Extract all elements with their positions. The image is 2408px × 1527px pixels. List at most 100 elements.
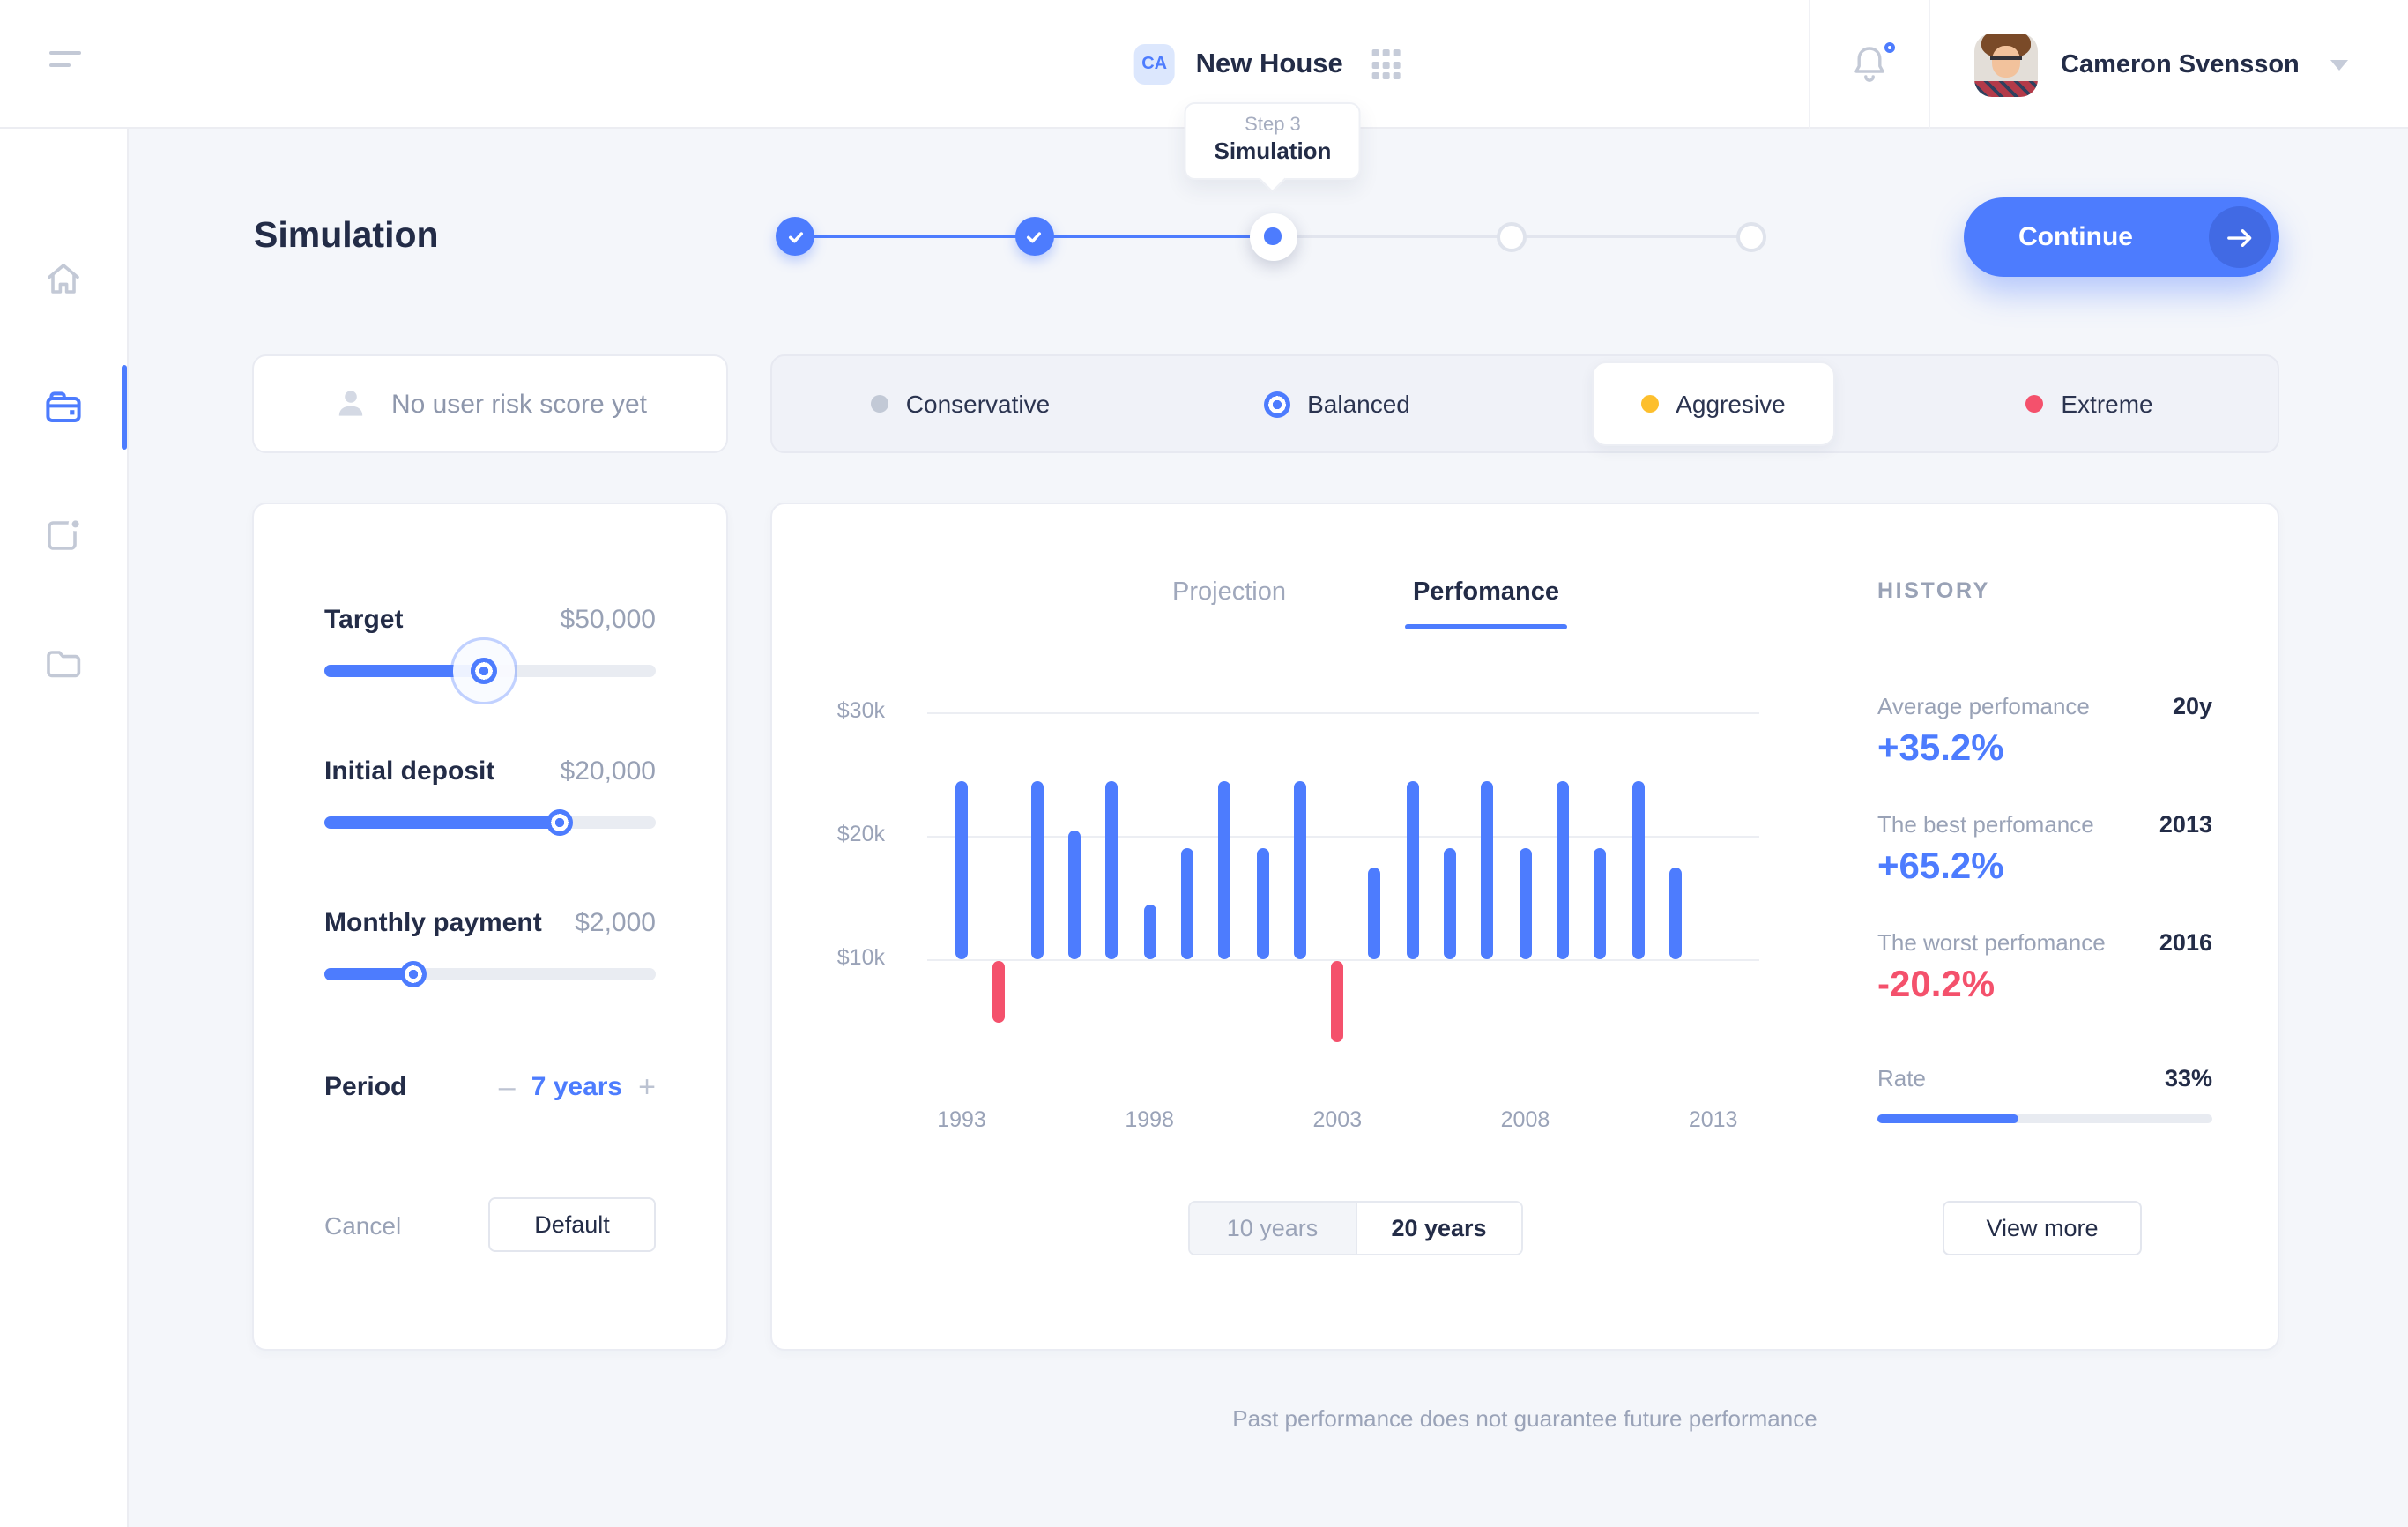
gridline-$30k bbox=[927, 712, 1759, 714]
slider-fill bbox=[324, 816, 560, 829]
slider-thumb[interactable] bbox=[470, 658, 496, 684]
tab-perfomance[interactable]: Perfomance bbox=[1395, 578, 1577, 607]
arrow-right-icon bbox=[2209, 206, 2271, 268]
default-button[interactable]: Default bbox=[488, 1197, 656, 1252]
period-value: 7 years bbox=[531, 1072, 622, 1102]
stepper-step-1[interactable] bbox=[776, 217, 814, 256]
period-minus-button[interactable]: – bbox=[499, 1072, 516, 1102]
bar-2012 bbox=[1669, 867, 1682, 959]
chart-tabs: Projection Perfomance bbox=[1155, 578, 1577, 607]
bar-1999 bbox=[1181, 848, 1193, 959]
avatar bbox=[1974, 33, 2038, 96]
x-tick-2013: 2013 bbox=[1669, 1107, 1758, 1132]
history-item: The best perfomance 2013 +65.2% bbox=[1877, 811, 2212, 889]
sidebar-item-home[interactable] bbox=[0, 229, 127, 328]
folder-icon bbox=[42, 642, 85, 684]
risk-option-conservative[interactable]: Conservative bbox=[772, 356, 1148, 451]
bar-2011 bbox=[1631, 780, 1644, 959]
chart-card: Projection Perfomance $30k$20k$10k199319… bbox=[770, 503, 2279, 1351]
slider-track[interactable] bbox=[324, 968, 656, 980]
user-menu[interactable]: Cameron Svensson bbox=[1929, 0, 2408, 129]
menu-icon[interactable] bbox=[49, 51, 85, 78]
toggle-10-years[interactable]: 10 years bbox=[1190, 1203, 1356, 1254]
slider-thumb[interactable] bbox=[546, 809, 573, 836]
stepper bbox=[758, 190, 1780, 282]
bar-1993 bbox=[955, 780, 968, 959]
notifications-button[interactable] bbox=[1809, 0, 1929, 129]
sidebar-item-tasks[interactable] bbox=[0, 485, 127, 584]
bar-2009 bbox=[1557, 780, 1569, 959]
slider-fill bbox=[324, 665, 483, 677]
disclaimer: Past performance does not guarantee futu… bbox=[770, 1405, 2279, 1432]
risk-score-label: No user risk score yet bbox=[391, 389, 647, 419]
bar-2006 bbox=[1444, 848, 1456, 959]
bar-1996 bbox=[1068, 830, 1081, 959]
rate-progress-bar bbox=[1877, 1114, 2212, 1123]
range-toggle: 10 years 20 years bbox=[1188, 1201, 1523, 1255]
radio-selected-icon bbox=[1263, 391, 1289, 417]
period-label: Period bbox=[324, 1072, 406, 1102]
rate-label: Rate bbox=[1877, 1065, 1926, 1091]
check-icon bbox=[1024, 227, 1044, 246]
slider-thumb[interactable] bbox=[401, 961, 427, 987]
y-tick-$30k: $30k bbox=[793, 698, 885, 723]
risk-dot-icon bbox=[2025, 395, 2043, 413]
bar-1997 bbox=[1106, 780, 1119, 959]
stepper-connector bbox=[795, 234, 1034, 238]
project-title: New House bbox=[1196, 48, 1343, 80]
sidebar-item-portfolio[interactable] bbox=[0, 358, 127, 457]
stepper-step-4[interactable] bbox=[1497, 221, 1527, 251]
rate-progress-fill bbox=[1877, 1114, 2018, 1123]
history-item-label: The worst perfomance bbox=[1877, 929, 2106, 956]
bar-2007 bbox=[1482, 780, 1494, 959]
cancel-button[interactable]: Cancel bbox=[324, 1210, 401, 1239]
slider-label: Initial deposit bbox=[324, 756, 494, 786]
history-panel: HISTORY Average perfomance 20y +35.2% Th… bbox=[1877, 504, 2212, 1349]
slider-track[interactable] bbox=[324, 816, 656, 829]
bar-1998 bbox=[1143, 904, 1156, 959]
slider-value: $50,000 bbox=[561, 605, 656, 635]
slider-track[interactable] bbox=[324, 665, 656, 677]
home-icon bbox=[42, 257, 85, 300]
notification-badge bbox=[1884, 42, 1895, 53]
risk-dot-icon bbox=[1640, 395, 1658, 413]
rate-value: 33% bbox=[2165, 1065, 2212, 1091]
bar-2000 bbox=[1218, 780, 1230, 959]
risk-score-banner: No user risk score yet bbox=[252, 354, 728, 453]
continue-label: Continue bbox=[2018, 222, 2133, 252]
risk-dot-icon bbox=[871, 395, 888, 413]
risk-option-balanced[interactable]: Balanced bbox=[1148, 356, 1525, 451]
user-name: Cameron Svensson bbox=[2061, 50, 2300, 78]
bar-2003 bbox=[1331, 961, 1343, 1041]
slider-value: $20,000 bbox=[561, 756, 656, 786]
tooltip-step: Step 3 bbox=[1215, 115, 1332, 136]
risk-option-label: Aggresive bbox=[1676, 390, 1786, 418]
history-item: The worst perfomance 2016 -20.2% bbox=[1877, 929, 2212, 1007]
bell-icon bbox=[1851, 44, 1888, 85]
view-more-button[interactable]: View more bbox=[1943, 1201, 2142, 1255]
wallet-icon bbox=[42, 386, 85, 428]
history-item-meta: 2016 bbox=[2159, 929, 2212, 956]
stepper-step-3[interactable] bbox=[1249, 212, 1297, 260]
risk-option-aggresive[interactable]: Aggresive bbox=[1525, 356, 1901, 451]
history-item-value: +65.2% bbox=[1877, 846, 2212, 889]
risk-option-extreme[interactable]: Extreme bbox=[1901, 356, 2278, 451]
history-item-label: Average perfomance bbox=[1877, 693, 2090, 719]
apps-grid-icon[interactable] bbox=[1371, 49, 1401, 79]
stepper-step-5[interactable] bbox=[1735, 221, 1765, 251]
slider-label: Monthly payment bbox=[324, 908, 542, 938]
app-root: CA New House Cameron Svensson bbox=[0, 0, 2408, 1527]
gridline-$10k bbox=[927, 959, 1759, 961]
toggle-20-years[interactable]: 20 years bbox=[1356, 1203, 1521, 1254]
tasks-icon bbox=[42, 513, 85, 555]
sidebar-item-documents[interactable] bbox=[0, 614, 127, 712]
bar-2002 bbox=[1294, 780, 1306, 959]
stepper-connector bbox=[1273, 234, 1512, 238]
stepper-step-2[interactable] bbox=[1014, 217, 1053, 256]
bar-1995 bbox=[1030, 780, 1043, 959]
continue-button[interactable]: Continue bbox=[1964, 197, 2279, 277]
slider-label: Target bbox=[324, 605, 403, 635]
risk-option-label: Conservative bbox=[906, 390, 1050, 418]
tab-projection[interactable]: Projection bbox=[1155, 578, 1304, 607]
period-plus-button[interactable]: + bbox=[638, 1072, 656, 1102]
